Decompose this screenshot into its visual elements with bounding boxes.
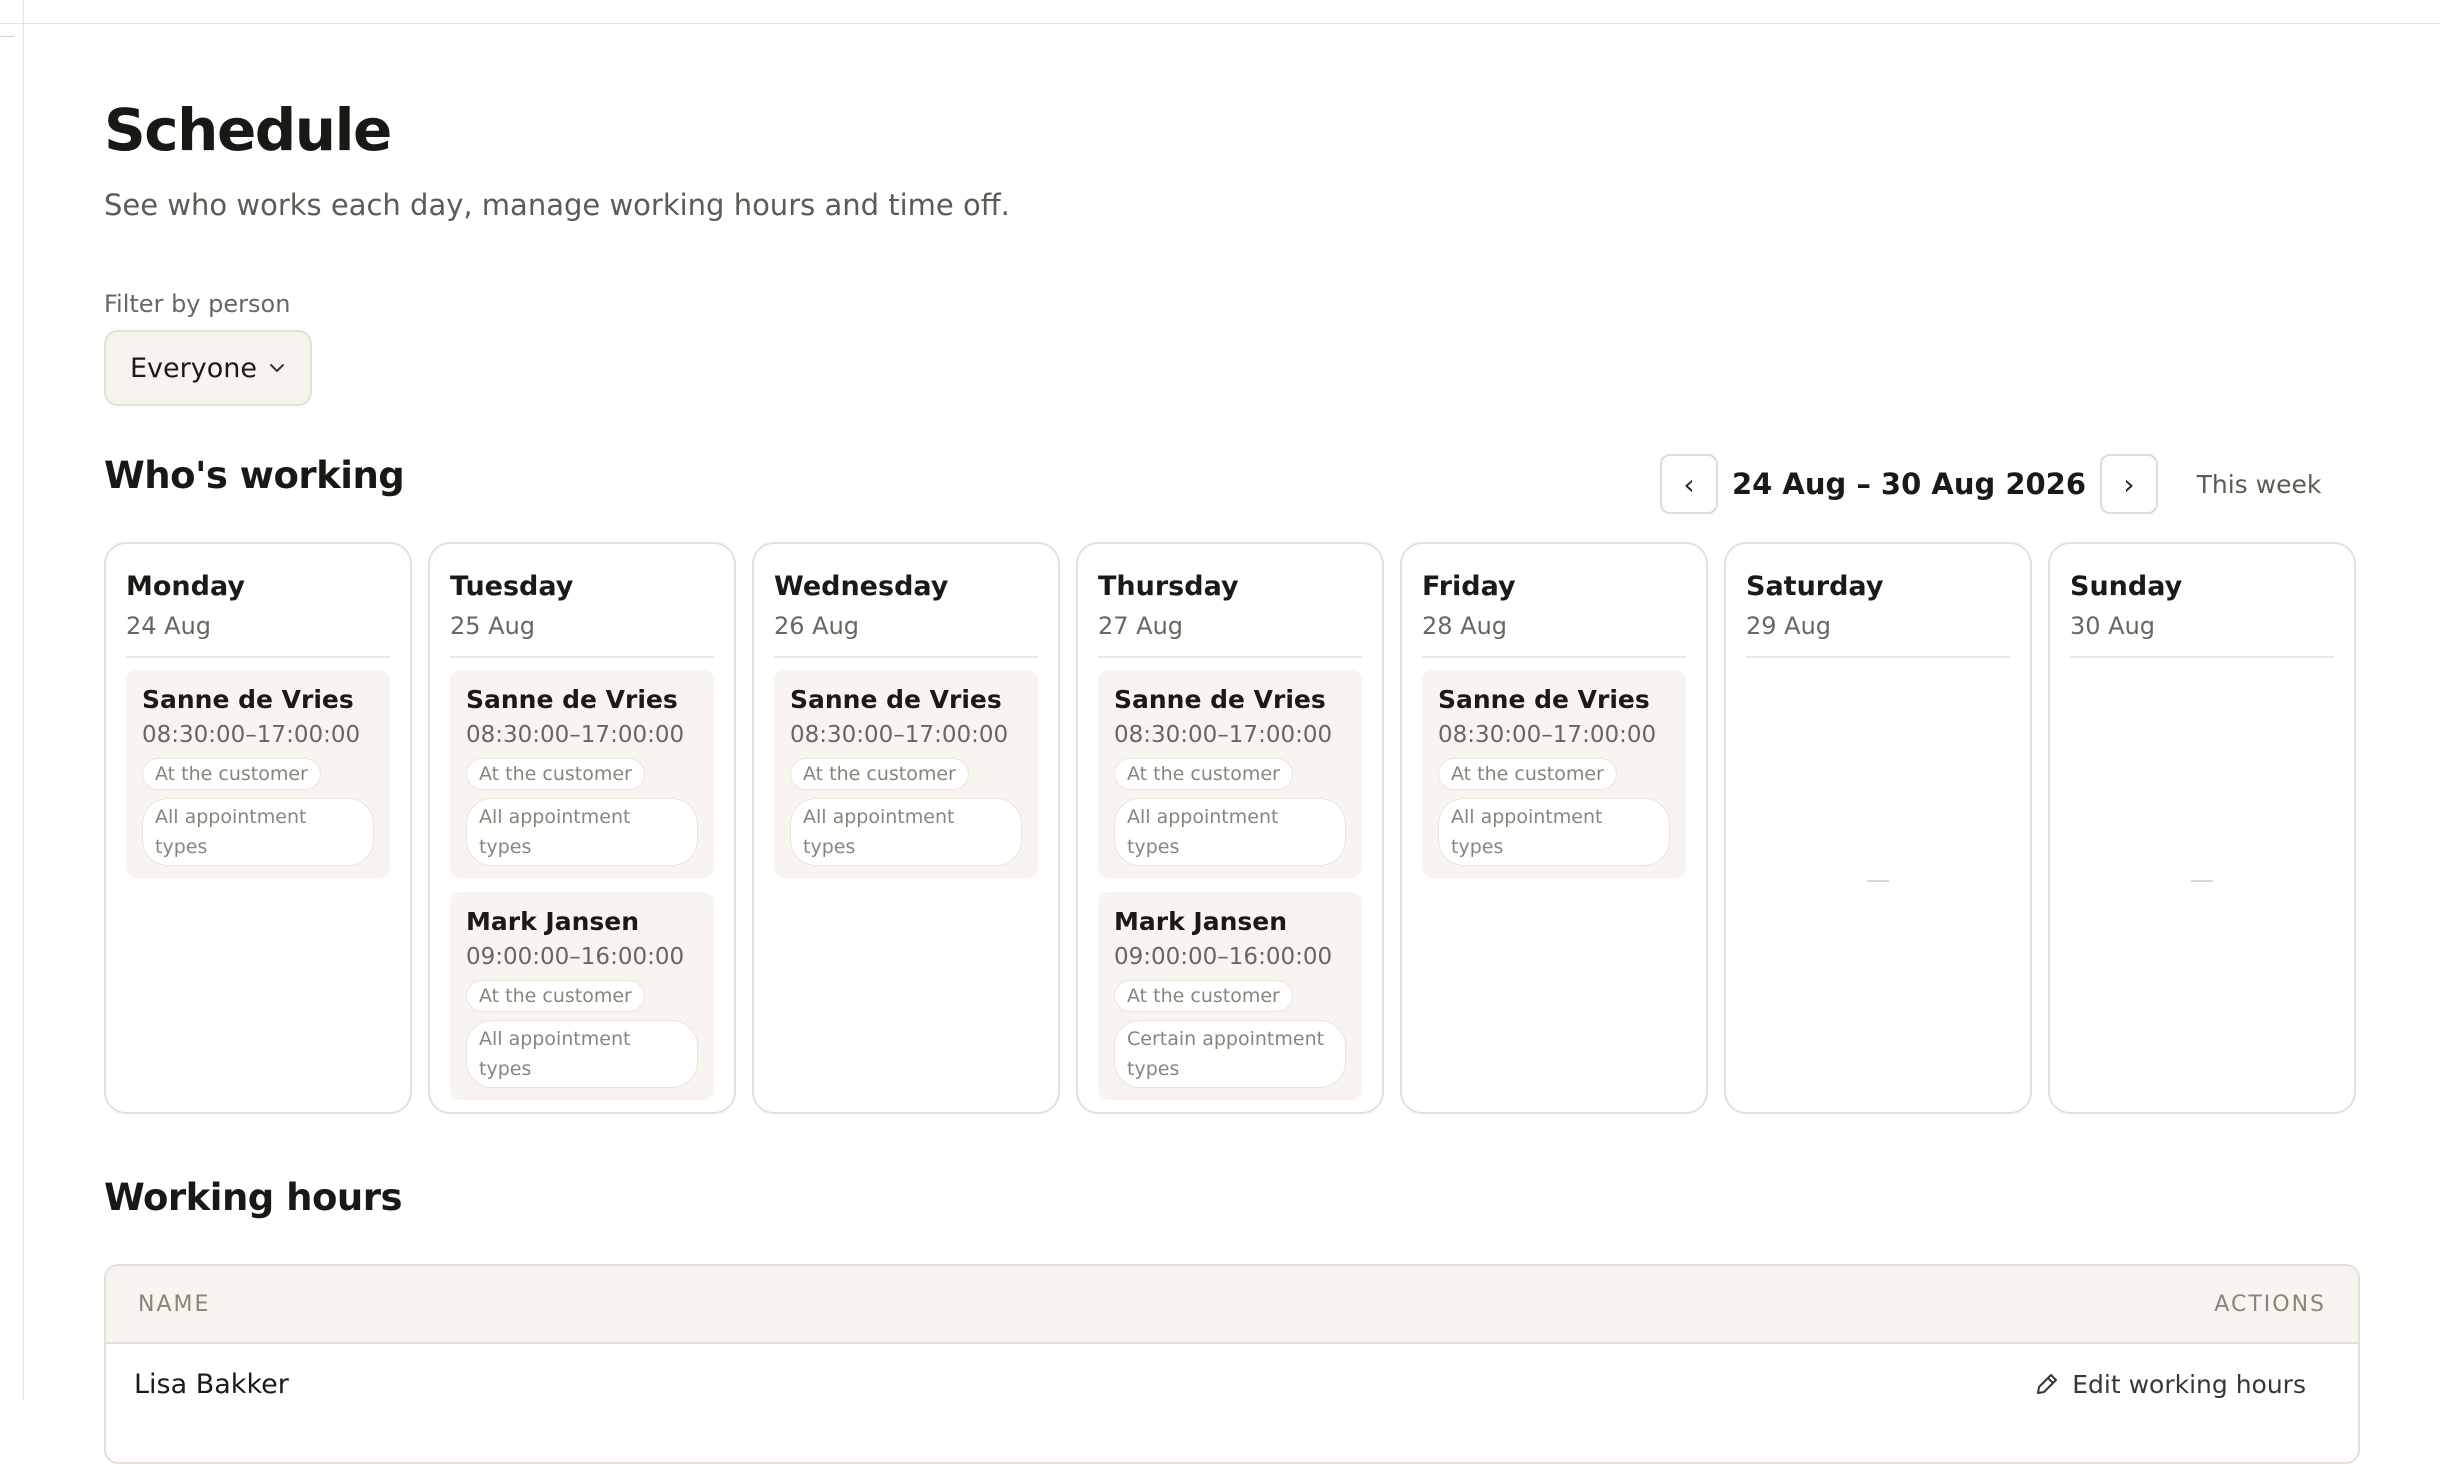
day-name: Tuesday: [450, 571, 574, 602]
no-shifts-indicator: [1867, 880, 1889, 882]
day-name: Saturday: [1746, 571, 1884, 602]
shift-person-name: Sanne de Vries: [1438, 685, 1650, 714]
day-divider: [2070, 656, 2334, 658]
appointment-types-badge: All appointment types: [1114, 798, 1346, 866]
person-filter-select[interactable]: Everyone: [104, 330, 312, 406]
shift-card[interactable]: Sanne de Vries 08:30:00–17:00:00 At the cu…: [126, 670, 390, 878]
edit-working-hours-label: Edit working hours: [2072, 1369, 2306, 1399]
person-filter-value: Everyone: [130, 352, 257, 384]
week-range-label: 24 Aug – 30 Aug 2026: [1731, 467, 2087, 501]
shift-time: 08:30:00–17:00:00: [790, 722, 1009, 748]
location-badge: At the customer: [1114, 758, 1293, 790]
appointment-types-badge: All appointment types: [790, 798, 1022, 866]
day-column-thursday: Thursday 27 Aug Sanne de Vries 08:30:00–17:…: [1076, 542, 1384, 1114]
day-date: 28 Aug: [1422, 612, 1508, 640]
shift-card[interactable]: Sanne de Vries 08:30:00–17:00:00 At the cu…: [1098, 670, 1362, 878]
day-date: 30 Aug: [2070, 612, 2156, 640]
day-date: 24 Aug: [126, 612, 212, 640]
day-divider: [1746, 656, 2010, 658]
day-name: Wednesday: [774, 571, 949, 602]
column-header-name: NAME: [138, 1291, 211, 1317]
column-header-actions: ACTIONS: [2214, 1291, 2326, 1317]
day-column-friday: Friday 28 Aug Sanne de Vries 08:30:00–17:00…: [1400, 542, 1708, 1114]
appointment-types-badge: Certain appointment types: [1114, 1020, 1346, 1088]
day-column-wednesday: Wednesday 26 Aug Sanne de Vries 08:30:00–17…: [752, 542, 1060, 1114]
day-divider: [126, 656, 390, 658]
shift-card[interactable]: Sanne de Vries 08:30:00–17:00:00 At the cu…: [774, 670, 1038, 878]
day-column-sunday: Sunday 30 Aug: [2048, 542, 2356, 1114]
shift-person-name: Sanne de Vries: [1114, 685, 1326, 714]
whos-working-title: Who's working: [104, 454, 405, 497]
chevron-left-icon: ‹: [1683, 467, 1695, 501]
day-name: Thursday: [1098, 571, 1239, 602]
working-hours-title: Working hours: [104, 1176, 403, 1219]
location-badge: At the customer: [466, 980, 645, 1012]
location-badge: At the customer: [790, 758, 969, 790]
shift-person-name: Sanne de Vries: [466, 685, 678, 714]
day-divider: [774, 656, 1038, 658]
location-badge: At the customer: [1438, 758, 1617, 790]
shift-time: 09:00:00–16:00:00: [1114, 944, 1333, 970]
shift-time: 08:30:00–17:00:00: [1114, 722, 1333, 748]
appointment-types-badge: All appointment types: [1438, 798, 1670, 866]
day-name: Sunday: [2070, 571, 2183, 602]
page-title: Schedule: [104, 96, 392, 164]
shift-person-name: Mark Jansen: [1114, 907, 1288, 936]
day-date: 27 Aug: [1098, 612, 1184, 640]
shift-person-name: Sanne de Vries: [142, 685, 354, 714]
day-date: 26 Aug: [774, 612, 860, 640]
week-navigation: ‹ 24 Aug – 30 Aug 2026 › This week: [1660, 454, 2360, 514]
shift-card[interactable]: Sanne de Vries 08:30:00–17:00:00 At the cu…: [1422, 670, 1686, 878]
day-name: Friday: [1422, 571, 1516, 602]
day-date: 25 Aug: [450, 612, 536, 640]
shift-person-name: Sanne de Vries: [790, 685, 1002, 714]
shift-card[interactable]: Sanne de Vries 08:30:00–17:00:00 At the cu…: [450, 670, 714, 878]
shift-time: 08:30:00–17:00:00: [466, 722, 685, 748]
location-badge: At the customer: [466, 758, 645, 790]
sidebar-edge: [0, 0, 24, 1400]
day-column-tuesday: Tuesday 25 Aug Sanne de Vries 08:30:00–17:0…: [428, 542, 736, 1114]
appointment-types-badge: All appointment types: [466, 1020, 698, 1088]
day-date: 29 Aug: [1746, 612, 1832, 640]
next-week-button[interactable]: ›: [2100, 454, 2158, 514]
pencil-icon: [2037, 1374, 2058, 1394]
sidebar-mark: [0, 36, 14, 37]
row-person-name: Lisa Bakker: [134, 1368, 289, 1400]
shift-card[interactable]: Mark Jansen 09:00:00–16:00:00 At the custo…: [1098, 892, 1362, 1100]
edit-working-hours-button[interactable]: Edit working hours: [2034, 1370, 2330, 1399]
day-divider: [1422, 656, 1686, 658]
no-shifts-indicator: [2191, 880, 2213, 882]
this-week-button[interactable]: This week: [2158, 454, 2360, 514]
shift-person-name: Mark Jansen: [466, 907, 640, 936]
day-divider: [450, 656, 714, 658]
chevron-right-icon: ›: [2123, 467, 2135, 501]
location-badge: At the customer: [1114, 980, 1293, 1012]
page-subtitle: See who works each day, manage working h…: [104, 188, 1010, 222]
shift-time: 08:30:00–17:00:00: [1438, 722, 1657, 748]
table-row: Lisa Bakker Edit working hours: [106, 1344, 2358, 1424]
working-hours-table: NAME ACTIONS Lisa Bakker Edit working ho…: [104, 1264, 2360, 1464]
previous-week-button[interactable]: ‹: [1660, 454, 1718, 514]
shift-time: 09:00:00–16:00:00: [466, 944, 685, 970]
appointment-types-badge: All appointment types: [142, 798, 374, 866]
main-content: Schedule See who works each day, manage …: [104, 0, 2360, 1464]
shift-time: 08:30:00–17:00:00: [142, 722, 361, 748]
day-column-monday: Monday 24 Aug Sanne de Vries 08:30:00–17:00…: [104, 542, 412, 1114]
appointment-types-badge: All appointment types: [466, 798, 698, 866]
week-days-grid: Monday 24 Aug Sanne de Vries 08:30:00–17:00…: [104, 542, 2360, 1114]
table-header: NAME ACTIONS: [106, 1266, 2358, 1344]
day-name: Monday: [126, 571, 245, 602]
chevron-down-icon: [270, 364, 284, 372]
day-column-saturday: Saturday 29 Aug: [1724, 542, 2032, 1114]
day-divider: [1098, 656, 1362, 658]
shift-card[interactable]: Mark Jansen 09:00:00–16:00:00 At the custo…: [450, 892, 714, 1100]
location-badge: At the customer: [142, 758, 321, 790]
filter-label: Filter by person: [104, 290, 291, 318]
